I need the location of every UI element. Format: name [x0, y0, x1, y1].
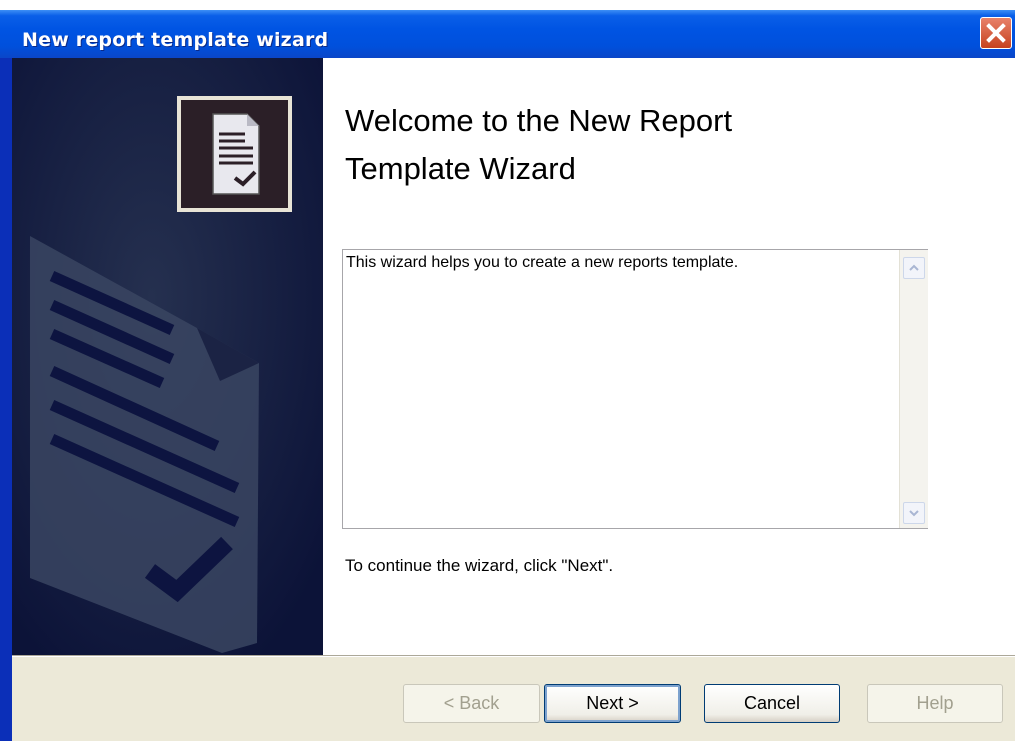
- scroll-up-button[interactable]: [903, 257, 925, 279]
- back-button[interactable]: < Back: [403, 684, 540, 723]
- cancel-button[interactable]: Cancel: [704, 684, 840, 723]
- help-button[interactable]: Help: [867, 684, 1003, 723]
- page-title: Welcome to the New Report Template Wizar…: [345, 103, 733, 186]
- description-text: This wizard helps you to create a new re…: [346, 254, 739, 271]
- next-button[interactable]: Next >: [544, 684, 681, 723]
- scroll-down-button[interactable]: [903, 502, 925, 524]
- description-textbox[interactable]: This wizard helps you to create a new re…: [342, 249, 928, 529]
- window-frame-left: [0, 58, 12, 741]
- chevron-down-icon: [909, 510, 919, 517]
- wizard-window: New report template wizard Welcome to th…: [0, 0, 1015, 741]
- vertical-scrollbar[interactable]: [899, 250, 928, 528]
- footer-divider: [12, 655, 1015, 657]
- close-button[interactable]: [980, 17, 1012, 49]
- window-title: New report template wizard: [22, 29, 329, 51]
- continue-instruction: To continue the wizard, click "Next".: [345, 556, 614, 575]
- title-bar: New report template wizard: [0, 10, 1015, 58]
- close-icon: [986, 23, 1006, 43]
- chevron-up-icon: [909, 264, 919, 271]
- button-bar: < Back Next > Cancel Help: [12, 655, 1015, 741]
- report-document-check-icon: [177, 96, 292, 212]
